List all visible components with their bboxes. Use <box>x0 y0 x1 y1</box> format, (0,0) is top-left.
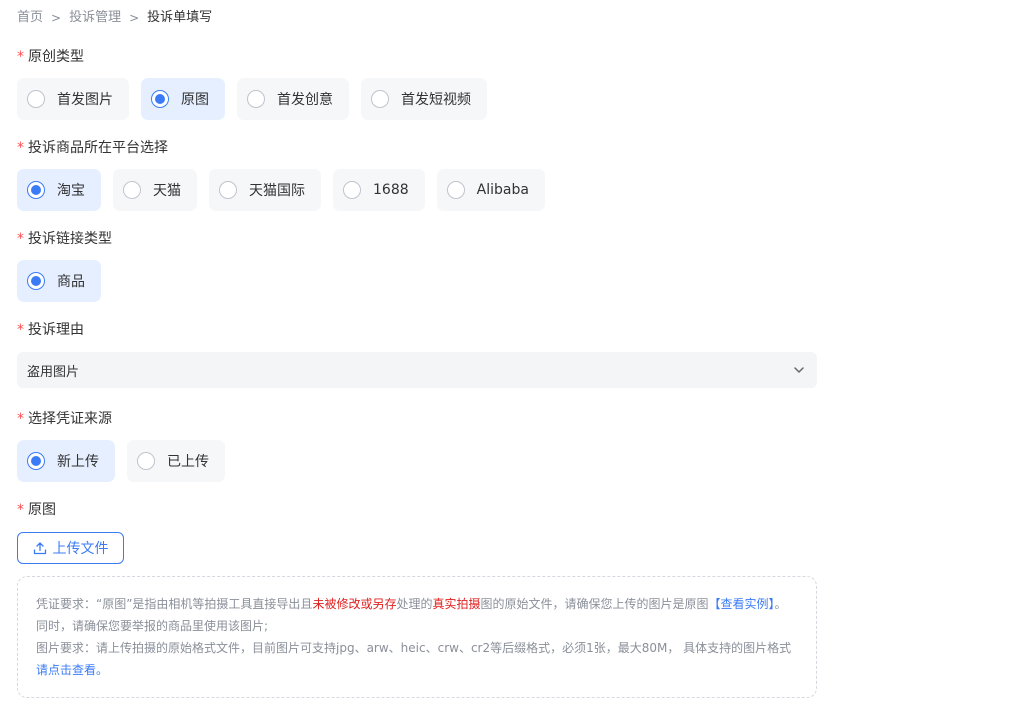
radio-circle-icon <box>219 181 237 199</box>
evidence-source-label: * 选择凭证来源 <box>17 411 112 427</box>
radio-uploaded[interactable]: 已上传 <box>127 440 225 482</box>
radio-circle-icon <box>247 90 265 108</box>
radio-circle-icon <box>371 90 389 108</box>
breadcrumb: 首页 > 投诉管理 > 投诉单填写 <box>17 9 212 27</box>
radio-first-short-video[interactable]: 首发短视频 <box>361 78 487 120</box>
link-type-label: * 投诉链接类型 <box>17 231 112 247</box>
required-mark: * <box>17 322 24 338</box>
breadcrumb-home[interactable]: 首页 <box>17 9 43 27</box>
platform-label: * 投诉商品所在平台选择 <box>17 140 168 156</box>
required-mark: * <box>17 231 24 247</box>
chevron-down-icon <box>794 367 804 373</box>
requirements-notice: 凭证要求：“原图”是指由相机等拍摄工具直接导出且未被修改或另存处理的真实拍摄图的… <box>17 576 817 698</box>
radio-first-image[interactable]: 首发图片 <box>17 78 129 120</box>
required-mark: * <box>17 502 24 518</box>
notice-line-2: 同时，请确保您要举报的商品里使用该图片; <box>36 619 269 633</box>
breadcrumb-separator: > <box>129 11 140 25</box>
radio-taobao[interactable]: 淘宝 <box>17 169 101 211</box>
radio-first-creative[interactable]: 首发创意 <box>237 78 349 120</box>
reason-select[interactable]: 盗用图片 <box>17 352 817 388</box>
radio-circle-icon <box>123 181 141 199</box>
radio-tmall[interactable]: 天猫 <box>113 169 197 211</box>
notice-highlight: 真实拍摄 <box>432 597 481 611</box>
radio-product[interactable]: 商品 <box>17 260 101 302</box>
radio-circle-icon <box>343 181 361 199</box>
notice-line-3: 图片要求：请上传拍摄的原始格式文件，目前图片可支持jpg、arw、heic、cr… <box>36 641 792 677</box>
radio-circle-icon <box>137 452 155 470</box>
radio-checked-icon <box>27 272 45 290</box>
breadcrumb-separator: > <box>51 11 62 25</box>
radio-checked-icon <box>27 452 45 470</box>
radio-new-upload[interactable]: 新上传 <box>17 440 115 482</box>
upload-icon <box>33 542 46 555</box>
radio-alibaba[interactable]: Alibaba <box>436 169 545 211</box>
reason-select-value: 盗用图片 <box>27 364 80 380</box>
evidence-source-radio-group: 新上传 已上传 <box>17 440 225 482</box>
notice-line-1: 凭证要求：“原图”是指由相机等拍摄工具直接导出且未被修改或另存处理的真实拍摄图的… <box>36 597 787 611</box>
required-mark: * <box>17 411 24 427</box>
reason-label: * 投诉理由 <box>17 322 84 338</box>
radio-checked-icon <box>151 90 169 108</box>
original-image-label: * 原图 <box>17 502 56 518</box>
view-example-link[interactable]: 【查看实例】 <box>709 597 775 611</box>
radio-checked-icon <box>27 181 45 199</box>
radio-circle-icon <box>446 181 465 199</box>
original-type-radio-group: 首发图片 原图 首发创意 首发短视频 <box>17 78 487 120</box>
upload-file-button[interactable]: 上传文件 <box>17 532 124 564</box>
platform-radio-group: 淘宝 天猫 天猫国际 1688 Alibaba <box>17 169 545 211</box>
radio-1688[interactable]: 1688 <box>333 169 425 211</box>
breadcrumb-complaint-management[interactable]: 投诉管理 <box>69 9 121 27</box>
radio-circle-icon <box>27 90 45 108</box>
original-type-label: * 原创类型 <box>17 49 84 65</box>
radio-original-image[interactable]: 原图 <box>141 78 225 120</box>
breadcrumb-current: 投诉单填写 <box>147 10 213 25</box>
link-type-radio-group: 商品 <box>17 260 101 302</box>
required-mark: * <box>17 140 24 156</box>
radio-tmall-global[interactable]: 天猫国际 <box>209 169 321 211</box>
view-formats-link[interactable]: 请点击查看 <box>36 663 96 677</box>
required-mark: * <box>17 49 24 65</box>
notice-highlight: 未被修改或另存 <box>312 597 397 611</box>
